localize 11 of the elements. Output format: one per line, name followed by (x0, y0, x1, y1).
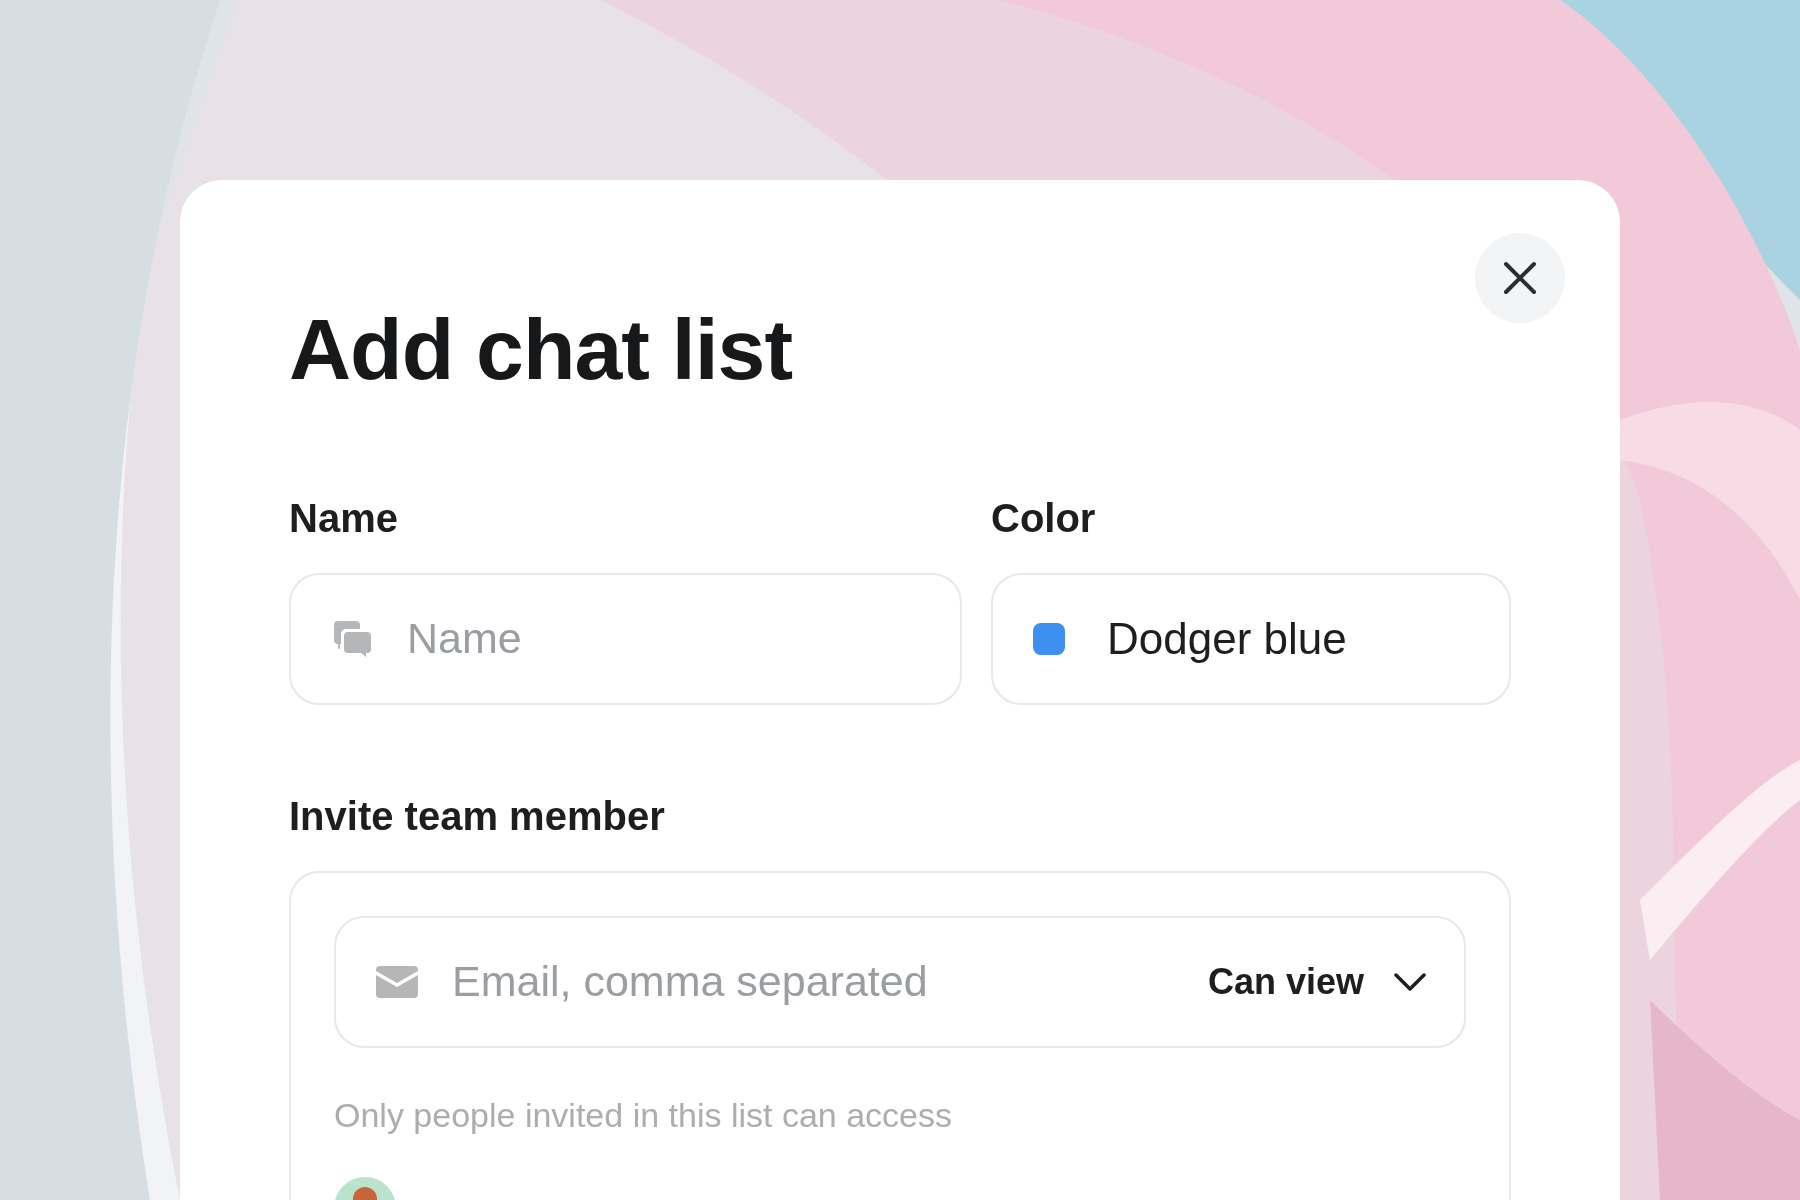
envelope-icon (376, 965, 418, 998)
color-select[interactable]: Dodger blue (991, 572, 1511, 705)
chevron-down-icon (1394, 972, 1426, 991)
close-icon (1503, 261, 1537, 295)
field-label: Name (289, 494, 399, 541)
field-label: Color (991, 494, 1097, 541)
access-note: Only people invited in this list can access (334, 1095, 953, 1135)
permission-dropdown[interactable]: Can view (1207, 960, 1426, 1003)
dialog-title: Add chat list (289, 302, 794, 397)
section-label: Invite team member (289, 792, 666, 839)
name-field[interactable]: Name (289, 572, 962, 705)
